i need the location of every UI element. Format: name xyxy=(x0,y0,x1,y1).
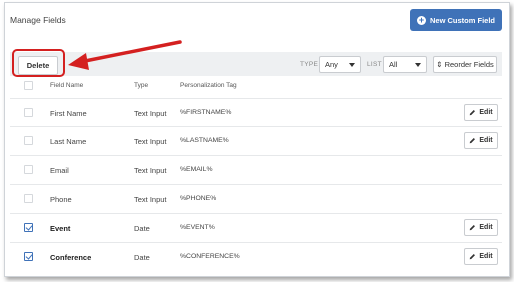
list-filter-value: All xyxy=(389,60,398,69)
chevron-down-icon xyxy=(415,63,421,67)
row-checkbox[interactable] xyxy=(24,165,33,174)
row-checkbox[interactable] xyxy=(24,136,33,145)
field-name: First Name xyxy=(50,109,87,118)
personalization-tag: %PHONE% xyxy=(180,195,217,202)
table-header: Field Name Type Personalization Tag xyxy=(10,78,502,94)
type-filter-select[interactable]: Any xyxy=(319,56,361,73)
edit-button[interactable]: Edit xyxy=(464,219,498,236)
column-header-personalization-tag: Personalization Tag xyxy=(180,82,237,89)
annotation-highlight-box xyxy=(12,49,65,77)
table-row: Email Text Input %EMAIL% xyxy=(10,155,502,184)
edit-label: Edit xyxy=(479,109,493,116)
field-type: Date xyxy=(134,253,150,262)
pencil-icon xyxy=(470,254,476,260)
edit-label: Edit xyxy=(479,253,493,260)
new-custom-field-label: New Custom Field xyxy=(429,15,495,25)
page-title: Manage Fields xyxy=(10,15,66,25)
select-all-checkbox[interactable] xyxy=(24,81,33,90)
edit-button[interactable]: Edit xyxy=(464,104,498,121)
row-checkbox[interactable] xyxy=(24,223,33,232)
edit-label: Edit xyxy=(479,137,493,144)
personalization-tag: %EMAIL% xyxy=(180,166,213,173)
pencil-icon xyxy=(470,225,476,231)
chevron-down-icon xyxy=(349,63,355,67)
field-type: Text Input xyxy=(134,109,167,118)
field-type: Text Input xyxy=(134,137,167,146)
field-type: Text Input xyxy=(134,166,167,175)
table-row: Conference Date %CONFERENCE% Edit xyxy=(10,242,502,271)
table-row: Phone Text Input %PHONE% xyxy=(10,184,502,213)
column-header-type: Type xyxy=(134,82,149,89)
row-checkbox[interactable] xyxy=(24,252,33,261)
personalization-tag: %CONFERENCE% xyxy=(180,253,240,260)
field-name: Last Name xyxy=(50,137,87,146)
field-name: Event xyxy=(50,224,71,233)
column-header-field-name: Field Name xyxy=(50,82,84,89)
table-row: Last Name Text Input %LASTNAME% Edit xyxy=(10,126,502,155)
edit-label: Edit xyxy=(479,224,493,231)
row-checkbox[interactable] xyxy=(24,108,33,117)
row-checkbox[interactable] xyxy=(24,194,33,203)
edit-button[interactable]: Edit xyxy=(464,132,498,149)
reorder-fields-button[interactable]: ⇕ Reorder Fields xyxy=(433,56,497,73)
table-row: Event Date %EVENT% Edit xyxy=(10,213,502,242)
field-name: Email xyxy=(50,166,69,175)
pencil-icon xyxy=(470,110,476,116)
list-filter-label: LIST xyxy=(367,61,382,68)
plus-circle-icon: + xyxy=(416,14,426,25)
personalization-tag: %FIRSTNAME% xyxy=(180,109,232,116)
pencil-icon xyxy=(470,138,476,144)
personalization-tag: %LASTNAME% xyxy=(180,137,229,144)
annotation-arrow-icon xyxy=(68,40,182,70)
type-filter-label: TYPE xyxy=(300,61,319,68)
new-custom-field-button[interactable]: + New Custom Field xyxy=(410,9,502,31)
list-filter-select[interactable]: All xyxy=(383,56,427,73)
edit-button[interactable]: Edit xyxy=(464,248,498,265)
field-type: Text Input xyxy=(134,195,167,204)
field-type: Date xyxy=(134,224,150,233)
field-name: Phone xyxy=(50,195,72,204)
field-name: Conference xyxy=(50,253,92,262)
personalization-tag: %EVENT% xyxy=(180,224,215,231)
table-row: First Name Text Input %FIRSTNAME% Edit xyxy=(10,98,502,127)
type-filter-value: Any xyxy=(325,60,338,69)
